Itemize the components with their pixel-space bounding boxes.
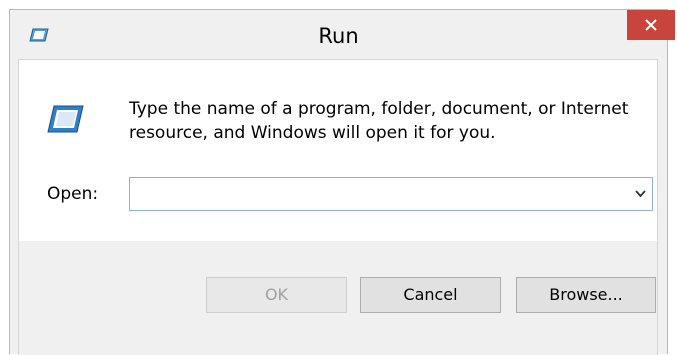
cancel-button[interactable]: Cancel <box>360 277 501 313</box>
dialog-body: Type the name of a program, folder, docu… <box>18 59 658 355</box>
close-icon <box>645 19 657 31</box>
chevron-down-icon[interactable] <box>635 189 646 199</box>
window-title: Run <box>318 24 359 48</box>
close-button[interactable] <box>627 10 675 40</box>
open-combobox[interactable] <box>129 177 653 211</box>
button-bar: OK Cancel Browse... <box>19 241 657 355</box>
ok-button[interactable]: OK <box>206 277 347 313</box>
run-dialog: Run Type the name of a program, folder, … <box>9 9 675 355</box>
title-bar[interactable]: Run <box>10 10 675 59</box>
browse-button[interactable]: Browse... <box>516 277 656 313</box>
instruction-text: Type the name of a program, folder, docu… <box>129 99 629 143</box>
open-input[interactable] <box>130 178 620 210</box>
open-label: Open: <box>47 184 99 204</box>
run-app-icon <box>47 105 84 133</box>
